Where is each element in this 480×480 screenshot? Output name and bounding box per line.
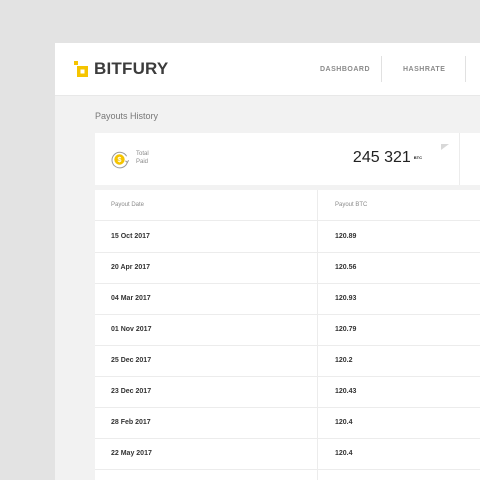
table-row[interactable]: 23 Dec 2017 120.43 — [95, 376, 480, 408]
payout-date-cell: 22 May 2017 — [111, 450, 152, 457]
total-paid-label: Total Paid — [136, 151, 166, 166]
total-paid-value: 245 321 — [352, 149, 411, 166]
total-paid-label-line2: Paid — [136, 158, 149, 165]
payout-date-cell: 25 Dec 2017 — [111, 357, 152, 364]
svg-text:$: $ — [118, 157, 122, 164]
nav-item-dashboard[interactable]: DASHBOARD — [320, 66, 370, 73]
column-header-payout-btc[interactable]: Payout BTC — [335, 190, 367, 220]
table-row[interactable]: 04 Mar 2017 120.93 — [95, 283, 480, 315]
payout-btc-cell: 120.2 — [335, 357, 353, 364]
table-row[interactable]: 25 Dec 2017 120.2 — [95, 345, 480, 377]
section-title: Payouts History — [95, 111, 159, 121]
table-row-partial[interactable] — [95, 469, 480, 480]
payout-date-cell: 15 Oct 2017 — [111, 233, 150, 240]
total-paid-amount: 245 321 BTC — [353, 149, 422, 167]
table-row[interactable]: 22 May 2017 120.4 — [95, 438, 480, 470]
column-header-payout-date[interactable]: Payout Date — [111, 190, 144, 220]
payouts-table: Payout Date Payout BTC 15 Oct 2017 120.8… — [95, 190, 480, 480]
payout-btc-cell: 120.56 — [335, 264, 357, 271]
payout-btc-cell: 120.93 — [335, 295, 357, 302]
summary-divider — [459, 133, 460, 185]
coin-arrow-icon: $ — [111, 151, 130, 169]
app-window: BITFURY DASHBOARD HASHRATE Payouts Histo… — [55, 43, 480, 480]
payout-btc-cell: 120.89 — [335, 233, 357, 240]
nav-divider — [381, 56, 382, 82]
top-navigation-bar: BITFURY DASHBOARD HASHRATE — [55, 43, 480, 96]
table-row[interactable]: 15 Oct 2017 120.89 — [95, 221, 480, 253]
table-row[interactable]: 01 Nov 2017 120.79 — [95, 314, 480, 346]
payout-date-cell: 20 Apr 2017 — [111, 264, 151, 271]
payout-date-cell: 28 Feb 2017 — [111, 419, 151, 426]
brand-logo[interactable]: BITFURY — [74, 60, 168, 78]
payout-btc-cell: 120.43 — [335, 388, 357, 395]
payout-btc-cell: 120.79 — [335, 326, 357, 333]
payout-btc-cell: 120.4 — [335, 419, 353, 426]
total-paid-label-line1: Total — [136, 151, 149, 157]
nav-hashrate-wrap: HASHRATE — [403, 43, 445, 95]
table-header-row: Payout Date Payout BTC — [95, 190, 480, 221]
bitfury-logo-icon — [74, 61, 88, 77]
payout-date-cell: 04 Mar 2017 — [111, 295, 151, 302]
payout-date-cell: 01 Nov 2017 — [111, 326, 152, 333]
payout-btc-cell: 120.4 — [335, 450, 353, 457]
nav-item-hashrate[interactable]: HASHRATE — [403, 66, 445, 73]
total-paid-unit: BTC — [413, 155, 422, 161]
payout-date-cell: 23 Dec 2017 — [111, 388, 152, 395]
table-row[interactable]: 28 Feb 2017 120.4 — [95, 407, 480, 439]
total-paid-card: $ Total Paid 245 321 BTC — [95, 133, 480, 185]
nav-divider — [465, 56, 466, 82]
nav-dashboard-wrap: DASHBOARD — [320, 43, 370, 95]
corner-flag-icon — [441, 144, 449, 150]
table-row[interactable]: 20 Apr 2017 120.56 — [95, 252, 480, 284]
brand-name: BITFURY — [94, 59, 169, 78]
